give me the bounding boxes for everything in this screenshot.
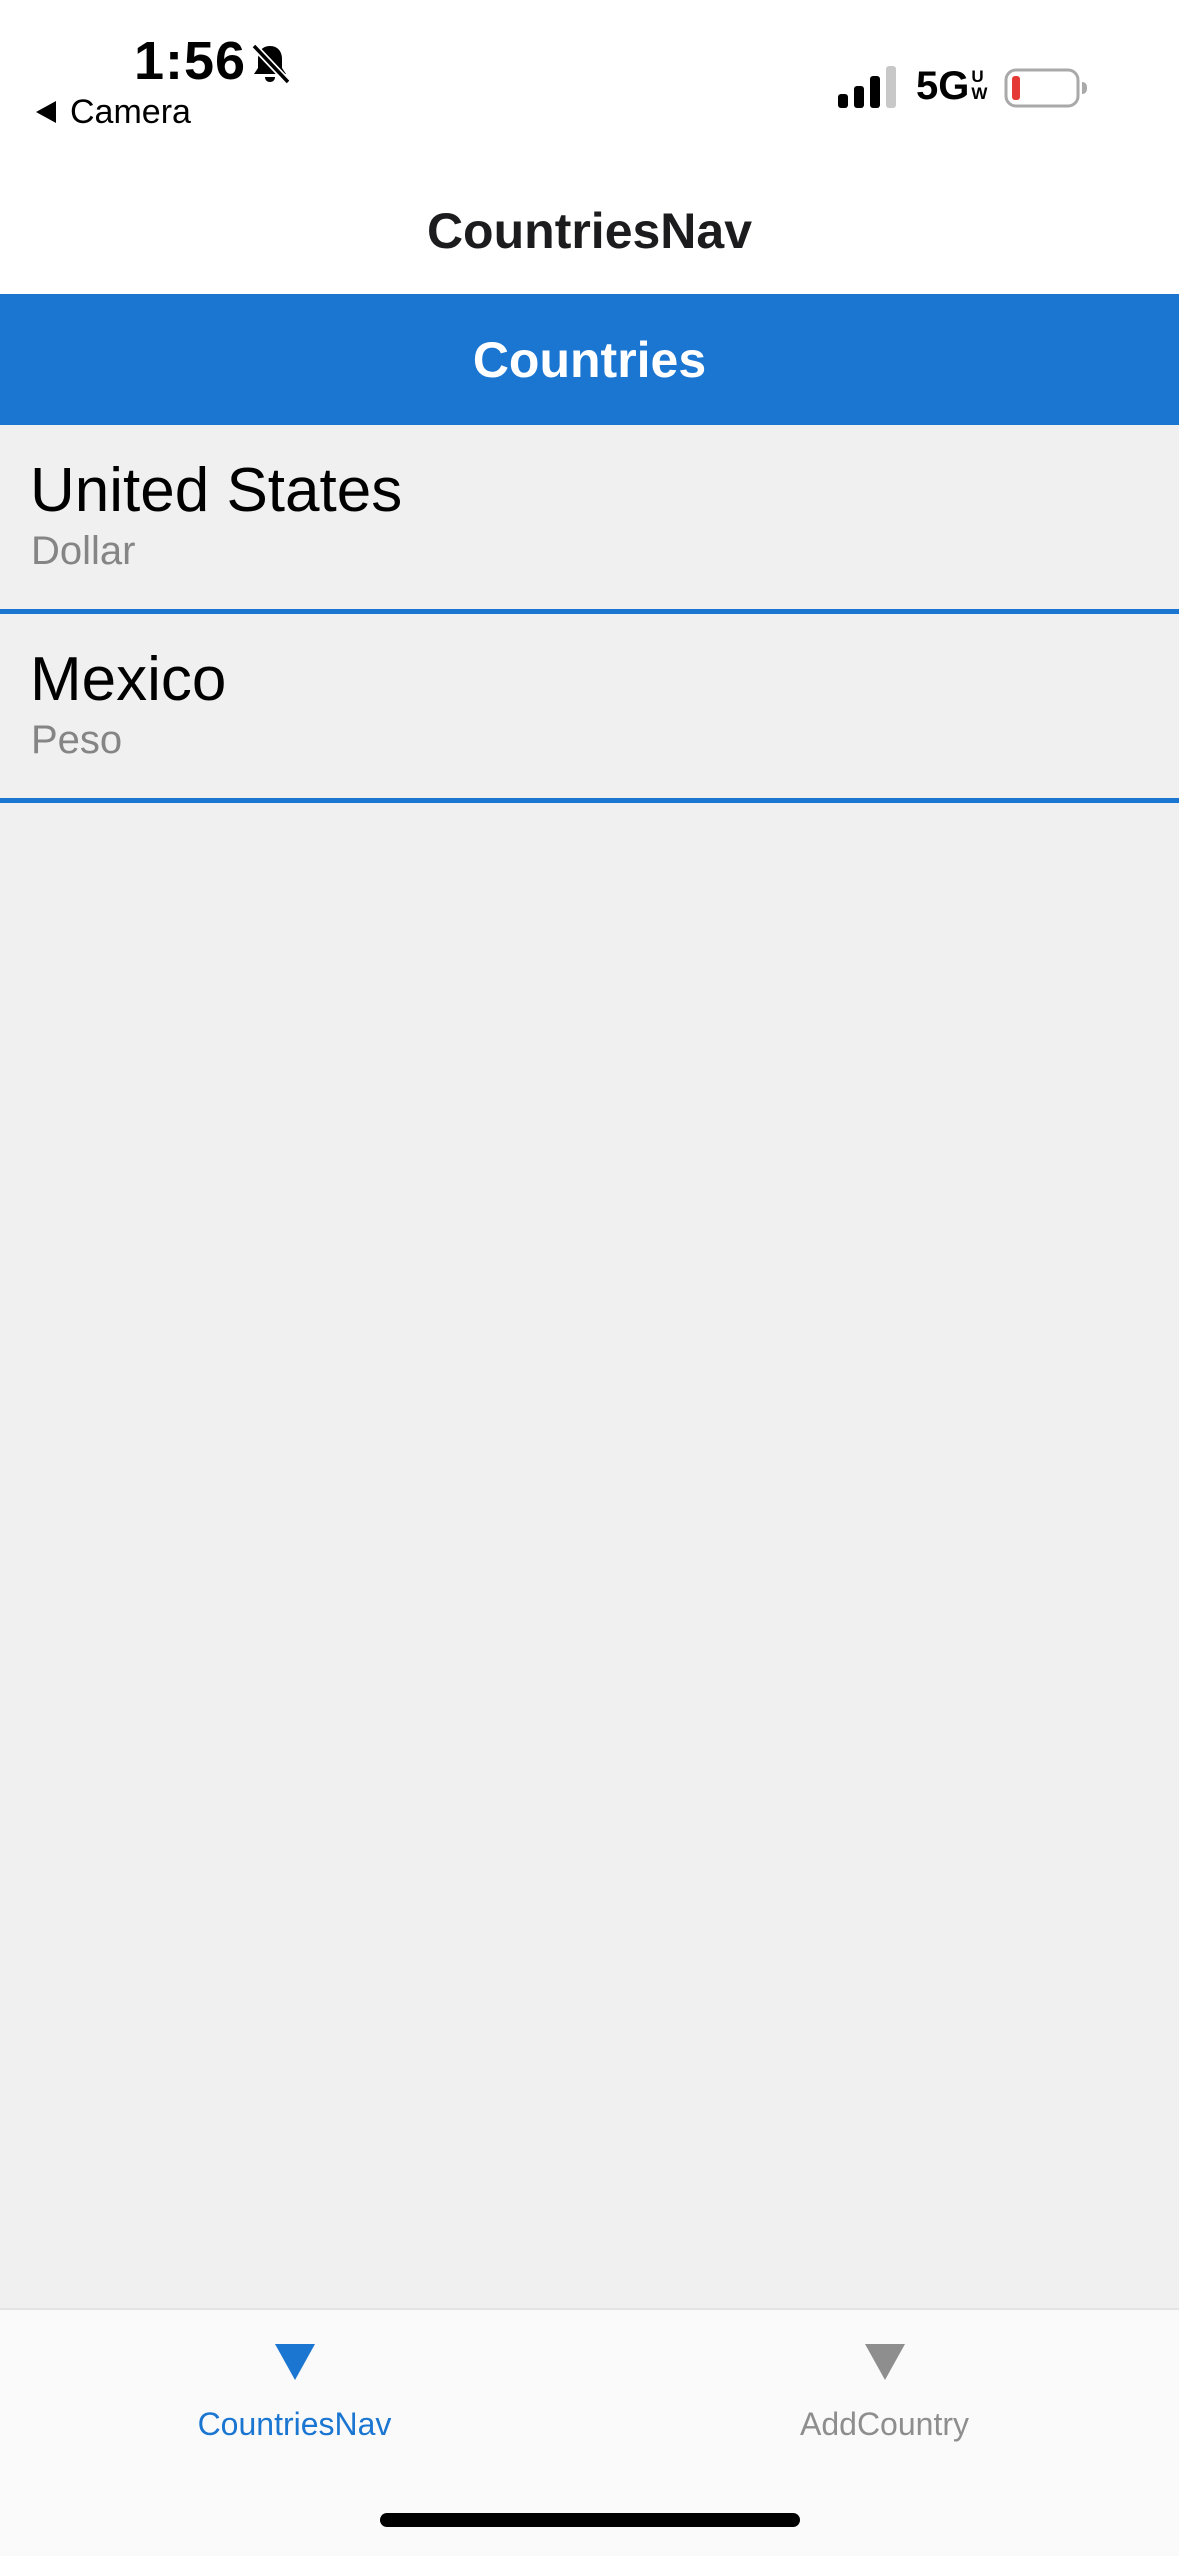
network-badge-bottom: W <box>971 84 988 103</box>
country-currency: Peso <box>31 718 123 762</box>
triangle-down-icon <box>864 2344 905 2380</box>
country-currency: Dollar <box>31 529 136 573</box>
countries-header: Countries <box>0 294 1179 425</box>
back-triangle-icon <box>36 101 56 123</box>
tab-label: AddCountry <box>800 2406 969 2442</box>
network-badge: U W <box>971 68 987 102</box>
network-type: 5G <box>916 64 970 108</box>
list-item[interactable]: United States Dollar <box>0 425 1179 614</box>
back-to-camera-button[interactable]: Camera <box>36 90 191 134</box>
triangle-down-icon <box>274 2344 315 2380</box>
tab-label: CountriesNav <box>197 2406 392 2442</box>
tab-countriesnav[interactable]: CountriesNav <box>0 2310 589 2510</box>
app-screen: 1:56 Camera 5G U W CountriesNav Countrie… <box>0 0 1179 2556</box>
countries-header-title: Countries <box>472 331 707 388</box>
bell-slash-icon <box>251 43 291 85</box>
country-name: United States <box>30 456 403 525</box>
cellular-signal-icon <box>838 66 896 108</box>
network-indicator: 5G U W <box>916 64 987 110</box>
navigation-bar: CountriesNav <box>0 170 1179 294</box>
status-bar: 1:56 Camera 5G U W <box>0 0 1179 170</box>
list-item[interactable]: Mexico Peso <box>0 614 1179 803</box>
nav-title: CountriesNav <box>426 203 753 259</box>
home-indicator[interactable] <box>380 2513 800 2527</box>
battery-low-icon <box>1004 68 1087 108</box>
status-time: 1:56 <box>134 31 247 91</box>
country-list: United States Dollar Mexico Peso <box>0 425 1179 803</box>
network-badge-top: U <box>971 67 984 86</box>
back-app-label: Camera <box>70 92 191 131</box>
country-name: Mexico <box>30 645 227 714</box>
tab-addcountry[interactable]: AddCountry <box>590 2310 1179 2510</box>
